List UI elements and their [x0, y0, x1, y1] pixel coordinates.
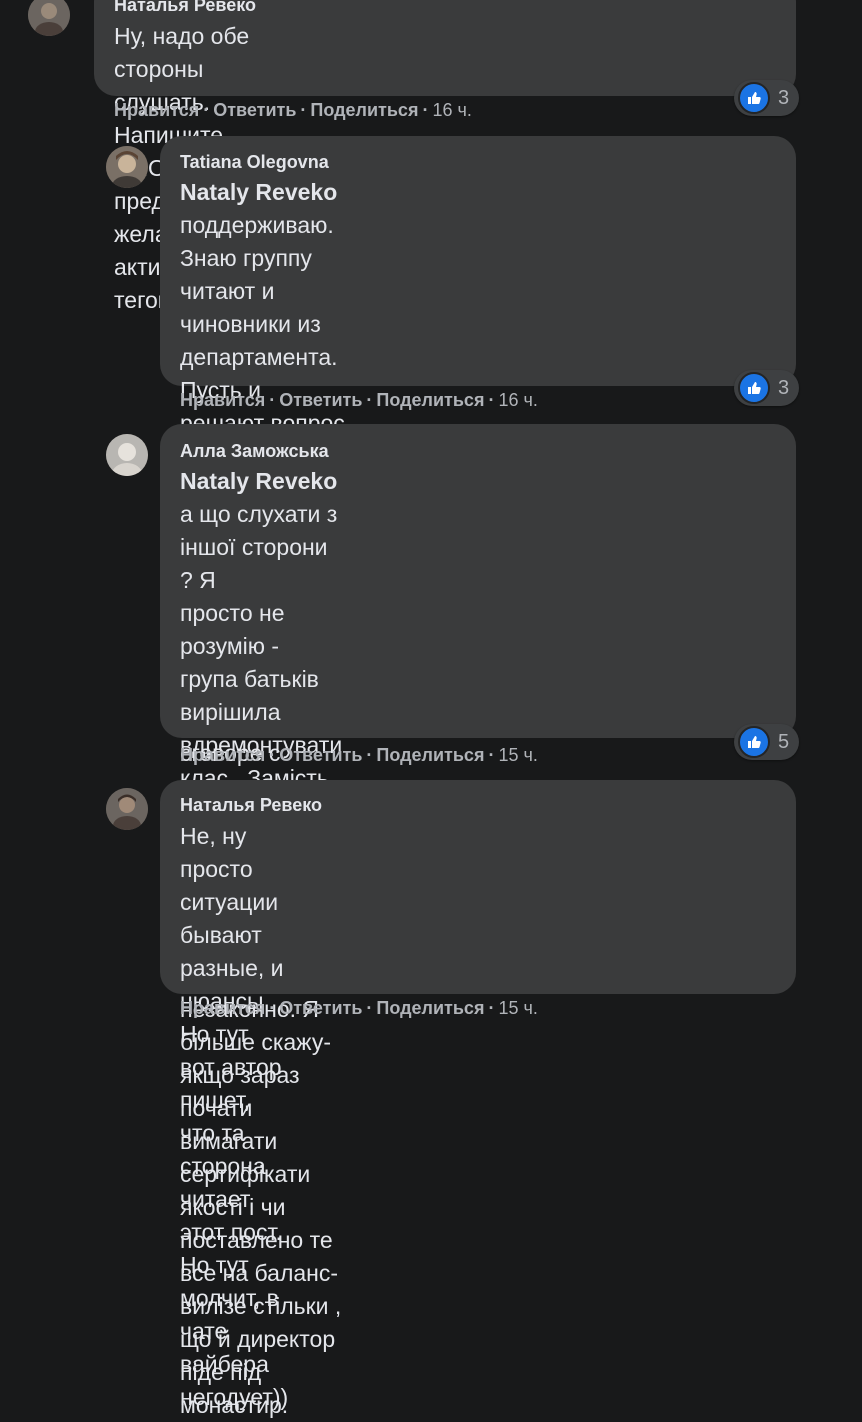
- comment-actions: Нравится · Ответить · Поделиться · 16 ч.: [114, 100, 472, 121]
- mention-link[interactable]: Nataly Reveko: [180, 468, 337, 494]
- avatar[interactable]: [106, 146, 148, 188]
- reaction-count-value: 3: [778, 376, 790, 399]
- separator: ·: [269, 390, 276, 410]
- reply-link[interactable]: Ответить: [279, 390, 362, 411]
- like-link[interactable]: Нравится: [180, 390, 265, 411]
- comment-author[interactable]: Наталья Ревеко: [180, 795, 322, 816]
- comment-body: Не, ну просто ситуации бывают разные, и …: [180, 823, 289, 1410]
- separator: ·: [366, 745, 373, 765]
- comment-text: Не, ну просто ситуации бывают разные, и …: [180, 820, 288, 1414]
- separator: ·: [269, 745, 276, 765]
- avatar[interactable]: [106, 434, 148, 476]
- separator: ·: [488, 998, 495, 1018]
- separator: ·: [488, 745, 495, 765]
- comment-actions: Нравится · Ответить · Поделиться · 15 ч.: [180, 745, 538, 766]
- comment-actions: Нравится · Ответить · Поделиться · 15 ч.: [180, 998, 538, 1019]
- comment-author[interactable]: Tatiana Olegovna: [180, 152, 329, 173]
- timestamp-link[interactable]: 16 ч.: [498, 390, 537, 411]
- thumbs-up-icon: [738, 372, 770, 404]
- reaction-count[interactable]: 5: [734, 724, 800, 760]
- timestamp-link[interactable]: 15 ч.: [498, 998, 537, 1019]
- separator: ·: [203, 100, 210, 120]
- share-link[interactable]: Поделиться: [376, 998, 484, 1019]
- mention-link[interactable]: Nataly Reveko: [180, 179, 337, 205]
- separator: ·: [269, 998, 276, 1018]
- separator: ·: [300, 100, 307, 120]
- reaction-count-value: 5: [778, 730, 790, 753]
- reply-link[interactable]: Ответить: [279, 745, 362, 766]
- reply-link[interactable]: Ответить: [213, 100, 296, 121]
- reaction-count[interactable]: 3: [734, 80, 800, 116]
- comment-actions: Нравится · Ответить · Поделиться · 16 ч.: [180, 390, 538, 411]
- avatar[interactable]: [106, 788, 148, 830]
- timestamp-link[interactable]: 15 ч.: [498, 745, 537, 766]
- comment-author[interactable]: Алла Заможська: [180, 441, 329, 462]
- reaction-count[interactable]: 3: [734, 370, 800, 406]
- separator: ·: [422, 100, 429, 120]
- reaction-count-value: 3: [778, 86, 790, 109]
- like-link[interactable]: Нравится: [180, 998, 265, 1019]
- timestamp-link[interactable]: 16 ч.: [432, 100, 471, 121]
- separator: ·: [488, 390, 495, 410]
- share-link[interactable]: Поделиться: [376, 390, 484, 411]
- share-link[interactable]: Поделиться: [376, 745, 484, 766]
- separator: ·: [366, 998, 373, 1018]
- reply-link[interactable]: Ответить: [279, 998, 362, 1019]
- like-link[interactable]: Нравится: [114, 100, 199, 121]
- thumbs-up-icon: [738, 726, 770, 758]
- comment-author[interactable]: Наталья Ревеко: [114, 0, 256, 16]
- share-link[interactable]: Поделиться: [310, 100, 418, 121]
- avatar[interactable]: [28, 0, 70, 36]
- separator: ·: [366, 390, 373, 410]
- like-link[interactable]: Нравится: [180, 745, 265, 766]
- thumbs-up-icon: [738, 82, 770, 114]
